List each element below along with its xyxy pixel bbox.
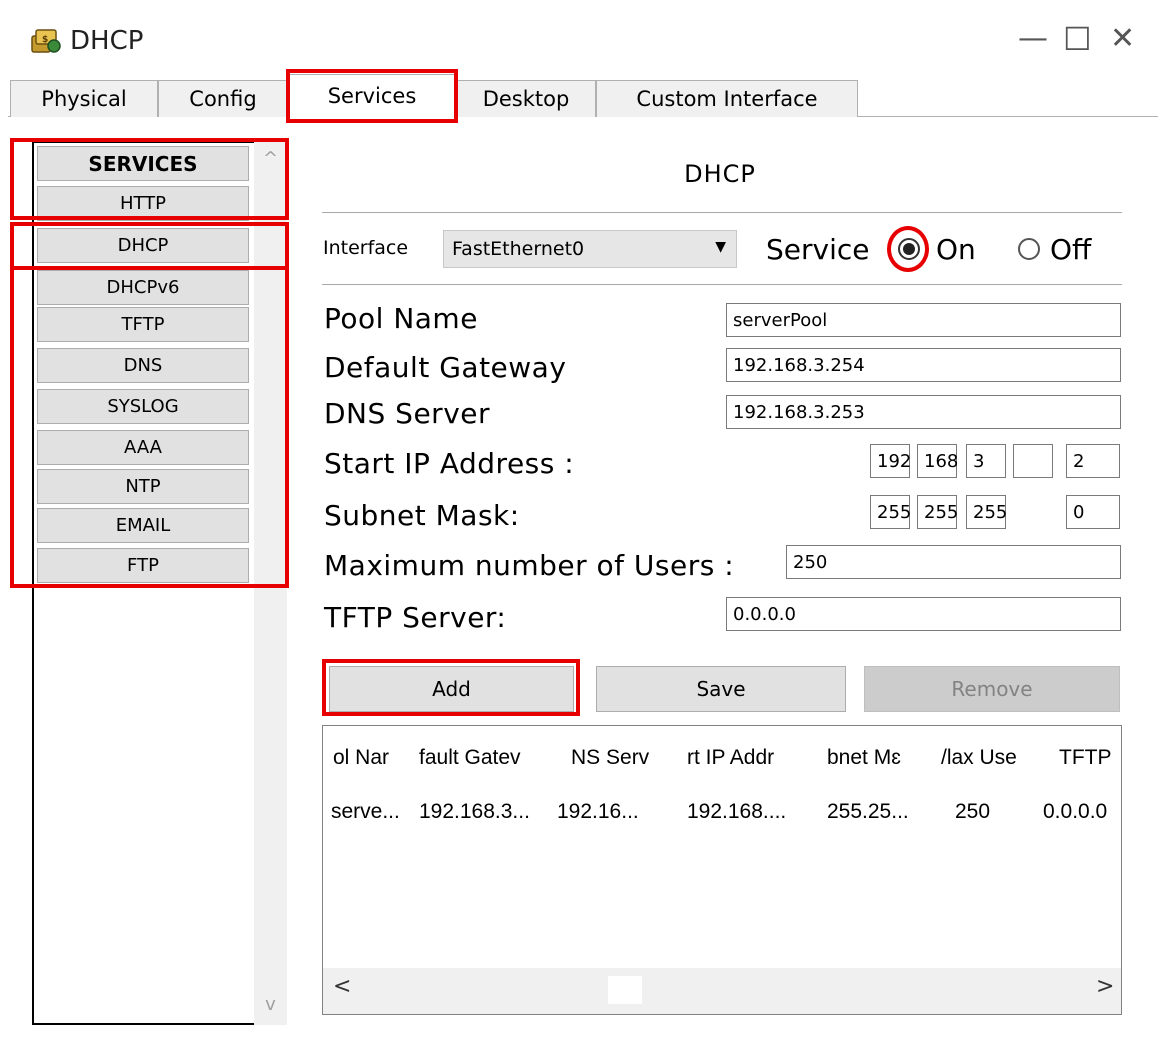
table-cell-start-ip[interactable]: 192.168....: [687, 800, 786, 824]
save-button[interactable]: Save: [596, 666, 846, 712]
chevron-down-icon: ▼: [715, 239, 726, 255]
add-button[interactable]: Add: [329, 666, 574, 712]
scroll-down-icon[interactable]: v: [254, 993, 287, 1017]
subnet-mask-octet-3[interactable]: 255: [966, 495, 1007, 529]
column-header-start-ip[interactable]: rt IP Addr: [687, 746, 774, 770]
title-divider: [322, 212, 1122, 213]
table-horizontal-scrollbar[interactable]: [323, 968, 1121, 1014]
table-cell-max-users[interactable]: 250: [955, 800, 990, 824]
default-gateway-input[interactable]: 192.168.3.254: [726, 348, 1121, 382]
tab-custom-interface[interactable]: Custom Interface: [596, 80, 858, 117]
column-header-default-gateway[interactable]: fault Gatev: [419, 746, 521, 770]
sidebar-item-dhcp[interactable]: DHCP: [37, 228, 249, 263]
column-header-tftp[interactable]: TFTP: [1059, 746, 1112, 770]
tab-services[interactable]: Services: [288, 74, 456, 118]
subnet-mask-octet-1[interactable]: 255: [870, 495, 911, 529]
column-header-subnet-mask[interactable]: bnet Mɛ: [827, 746, 901, 770]
tftp-server-input[interactable]: 0.0.0.0: [726, 597, 1121, 631]
dns-server-input[interactable]: 192.168.3.253: [726, 395, 1121, 429]
tab-config[interactable]: Config: [158, 80, 288, 117]
maximize-button[interactable]: ☐: [1063, 22, 1092, 56]
column-header-pool-name[interactable]: ol Nar: [333, 746, 389, 770]
start-ip-octet-2[interactable]: 168: [917, 444, 958, 478]
max-users-input[interactable]: 250: [786, 545, 1121, 579]
interface-label: Interface: [323, 237, 409, 259]
interface-divider: [322, 284, 1122, 285]
table-cell-default-gateway[interactable]: 192.168.3...: [419, 800, 530, 824]
highlight-service-on: [887, 226, 929, 272]
pool-name-label: Pool Name: [324, 302, 478, 335]
service-label: Service: [766, 233, 870, 266]
close-button[interactable]: ✕: [1110, 22, 1135, 56]
sidebar-header-services: SERVICES: [37, 146, 249, 181]
window-title: DHCP: [70, 26, 144, 56]
svg-text:$: $: [42, 35, 48, 45]
table-cell-subnet-mask[interactable]: 255.25...: [827, 800, 909, 824]
interface-select-value: FastEthernet0: [452, 238, 585, 260]
sidebar-item-email[interactable]: EMAIL: [37, 508, 249, 543]
service-off-radio[interactable]: [1018, 238, 1040, 260]
max-users-label: Maximum number of Users :: [324, 549, 735, 582]
panel-title: DHCP: [684, 160, 756, 188]
tab-desktop[interactable]: Desktop: [456, 80, 596, 117]
sidebar-item-dhcpv6[interactable]: DHCPv6: [37, 270, 249, 305]
sidebar-scrollbar[interactable]: ^ v: [254, 141, 287, 1025]
sidebar-item-http[interactable]: HTTP: [37, 186, 249, 221]
start-ip-octet-3[interactable]: 3: [966, 444, 1006, 478]
start-ip-octet-4[interactable]: 2: [1066, 444, 1120, 478]
column-header-max-users[interactable]: /lax Use: [941, 746, 1017, 770]
subnet-mask-octet-4[interactable]: 0: [1066, 495, 1120, 529]
table-scroll-thumb[interactable]: [608, 976, 642, 1004]
sidebar-item-ntp[interactable]: NTP: [37, 469, 249, 504]
minimize-button[interactable]: —: [1018, 22, 1048, 56]
scroll-right-icon[interactable]: >: [1096, 974, 1114, 999]
column-header-dns-server[interactable]: NS Serv: [571, 746, 649, 770]
sidebar-item-ftp[interactable]: FTP: [37, 548, 249, 583]
scroll-left-icon[interactable]: <: [333, 974, 351, 999]
pool-name-input[interactable]: serverPool: [726, 303, 1121, 337]
service-on-label[interactable]: On: [936, 233, 976, 266]
table-cell-tftp[interactable]: 0.0.0.0: [1043, 800, 1107, 824]
start-ip-label: Start IP Address :: [324, 447, 575, 480]
tftp-server-label: TFTP Server:: [324, 601, 507, 634]
default-gateway-label: Default Gateway: [324, 351, 567, 384]
remove-button[interactable]: Remove: [864, 666, 1120, 712]
interface-select[interactable]: FastEthernet0 ▼: [443, 230, 737, 268]
service-off-label[interactable]: Off: [1050, 233, 1091, 266]
table-cell-dns-server[interactable]: 192.16...: [557, 800, 639, 824]
start-ip-octet-3-spacer: [1013, 444, 1053, 478]
subnet-mask-octet-2[interactable]: 255: [917, 495, 958, 529]
subnet-mask-label: Subnet Mask:: [324, 499, 520, 532]
sidebar-item-syslog[interactable]: SYSLOG: [37, 389, 249, 424]
sidebar-item-dns[interactable]: DNS: [37, 348, 249, 383]
dns-server-label: DNS Server: [324, 397, 490, 430]
table-cell-pool-name[interactable]: serve...: [331, 800, 400, 824]
sidebar-item-aaa[interactable]: AAA: [37, 430, 249, 465]
packet-tracer-app-icon: $: [30, 26, 64, 56]
scroll-up-icon[interactable]: ^: [254, 147, 287, 171]
sidebar-item-tftp[interactable]: TFTP: [37, 307, 249, 342]
start-ip-octet-1[interactable]: 192: [870, 444, 911, 478]
tab-physical[interactable]: Physical: [10, 80, 158, 117]
